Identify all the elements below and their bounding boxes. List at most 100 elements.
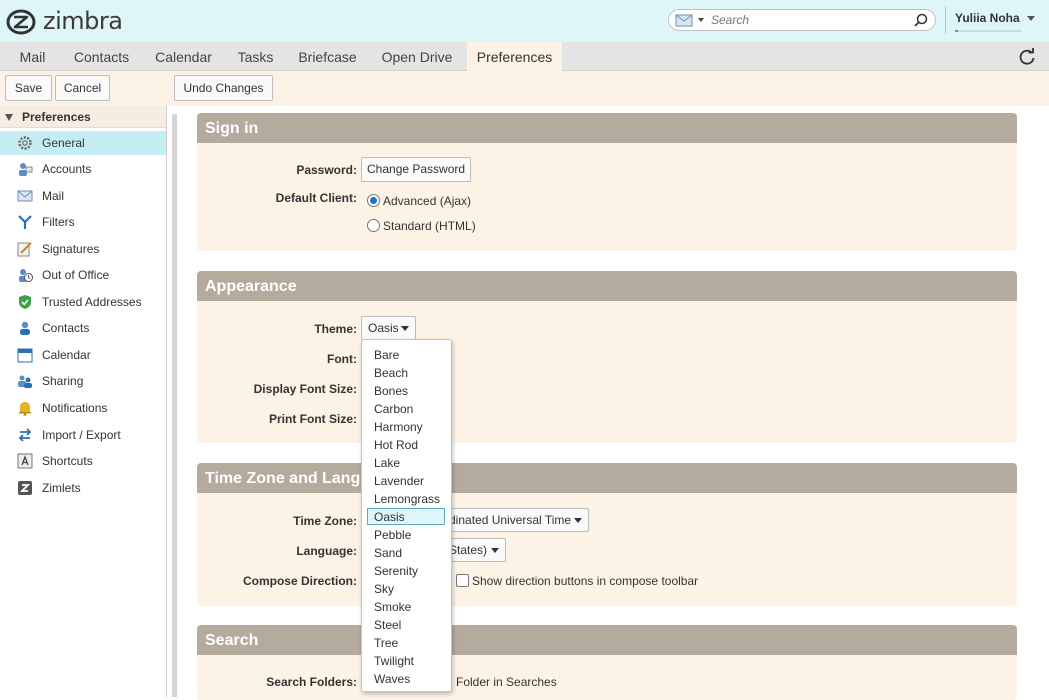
import-export-icon <box>18 428 32 442</box>
appearance-section: Appearance Theme: Oasis Font: Display Fo… <box>197 271 1017 443</box>
user-name[interactable]: Yuliia Noha <box>955 11 1020 25</box>
theme-option[interactable]: Smoke <box>368 599 446 616</box>
chevron-down-icon <box>574 518 582 523</box>
timezone-select[interactable]: dinated Universal Time <box>447 508 589 532</box>
tab-briefcase[interactable]: Briefcase <box>290 42 365 71</box>
sidebar-item-label: Import / Export <box>42 428 121 442</box>
search-type-mail-icon[interactable] <box>675 13 705 27</box>
content-scrollbar[interactable] <box>172 114 177 697</box>
theme-option[interactable]: Hot Rod <box>368 437 446 454</box>
sidebar-item-sharing[interactable]: Sharing <box>0 369 166 393</box>
theme-option[interactable]: Bare <box>368 347 446 364</box>
sidebar-item-label: Contacts <box>42 321 90 335</box>
theme-option[interactable]: Lavender <box>368 473 446 490</box>
cancel-button[interactable]: Cancel <box>55 75 110 101</box>
advanced-radio-label[interactable]: Advanced (Ajax) <box>383 194 471 208</box>
search-folders-option-label[interactable]: Folder in Searches <box>456 675 557 689</box>
tab-open-drive[interactable]: Open Drive <box>374 42 460 71</box>
standard-radio[interactable] <box>367 219 380 232</box>
user-menu-chevron-down-icon[interactable] <box>1027 16 1035 21</box>
sidebar-item-label: Zimlets <box>42 481 81 495</box>
brand-name: zimbra <box>43 7 123 35</box>
theme-option[interactable]: Carbon <box>368 401 446 418</box>
refresh-icon[interactable] <box>1017 47 1037 67</box>
undo-changes-button[interactable]: Undo Changes <box>174 75 273 101</box>
out-of-office-icon <box>19 269 33 282</box>
tab-contacts[interactable]: Contacts <box>65 42 138 71</box>
tab-preferences[interactable]: Preferences <box>467 42 562 71</box>
language-select-value: States) <box>449 543 488 557</box>
theme-option-selected[interactable]: Oasis <box>367 508 445 525</box>
shortcut-icon <box>17 453 33 469</box>
search-input[interactable] <box>711 12 911 28</box>
theme-option[interactable]: Sky <box>368 581 446 598</box>
sidebar-item-accounts[interactable]: Accounts <box>0 157 166 181</box>
sidebar-item-label: Trusted Addresses <box>42 295 142 309</box>
sidebar-item-out-of-office[interactable]: Out of Office <box>0 263 166 287</box>
sidebar-item-label: Signatures <box>42 242 100 256</box>
theme-option[interactable]: Sand <box>368 545 446 562</box>
theme-option[interactable]: Beach <box>368 365 446 382</box>
print-font-size-label: Print Font Size: <box>269 412 357 426</box>
theme-option[interactable]: Harmony <box>368 419 446 436</box>
search-box[interactable] <box>668 9 936 31</box>
language-label: Language: <box>296 544 357 558</box>
collapse-triangle-icon[interactable] <box>5 114 13 121</box>
font-label: Font: <box>327 352 357 366</box>
theme-option[interactable]: Lake <box>368 455 446 472</box>
preferences-sidebar: Preferences General Accounts Mail Filter… <box>0 106 167 697</box>
sidebar-item-filters[interactable]: Filters <box>0 210 166 234</box>
zimlet-icon <box>18 481 32 495</box>
sidebar-title: Preferences <box>22 110 91 124</box>
sidebar-item-label: Mail <box>42 189 65 203</box>
sidebar-item-general[interactable]: General <box>0 131 166 155</box>
theme-option[interactable]: Steel <box>368 617 446 634</box>
sidebar-item-contacts[interactable]: Contacts <box>0 316 166 340</box>
advanced-radio[interactable] <box>367 194 380 207</box>
sidebar-item-mail[interactable]: Mail <box>0 184 166 208</box>
search-section: Search Search Folders: Folder in Searche… <box>197 625 1017 700</box>
sidebar-header[interactable]: Preferences <box>0 106 166 128</box>
theme-option[interactable]: Twilight <box>368 653 446 670</box>
section-body: Time Zone: dinated Universal Time Langua… <box>197 493 1017 606</box>
chevron-down-icon <box>401 326 409 331</box>
storage-quota-bar <box>955 30 1021 32</box>
tab-tasks[interactable]: Tasks <box>228 42 283 71</box>
standard-radio-label[interactable]: Standard (HTML) <box>383 219 476 233</box>
search-icon[interactable] <box>914 13 928 27</box>
sidebar-item-signatures[interactable]: Signatures <box>0 237 166 261</box>
compose-direction-checkbox-label[interactable]: Show direction buttons in compose toolba… <box>472 574 698 588</box>
compose-direction-checkbox[interactable] <box>456 574 469 587</box>
language-select[interactable]: States) <box>447 538 506 562</box>
sidebar-item-calendar[interactable]: Calendar <box>0 343 166 367</box>
sidebar-item-shortcuts[interactable]: Shortcuts <box>0 449 166 473</box>
theme-option[interactable]: Lemongrass <box>368 491 446 508</box>
theme-label: Theme: <box>314 322 357 336</box>
sidebar-item-label: Filters <box>42 215 75 229</box>
section-title: Time Zone and Lang <box>197 463 1017 493</box>
sharing-icon <box>18 375 32 388</box>
default-client-label: Default Client: <box>275 191 357 205</box>
sidebar-item-trusted-addresses[interactable]: Trusted Addresses <box>0 290 166 314</box>
tab-mail[interactable]: Mail <box>0 42 65 71</box>
timezone-select-value: dinated Universal Time <box>449 513 572 527</box>
password-label: Password: <box>296 163 357 177</box>
sidebar-item-zimlets[interactable]: Zimlets <box>0 476 166 500</box>
change-password-button[interactable]: Change Password <box>361 157 472 182</box>
section-title: Sign in <box>197 113 1017 143</box>
tab-calendar[interactable]: Calendar <box>145 42 222 71</box>
theme-dropdown-menu: Bare Beach Bones Carbon Harmony Hot Rod … <box>361 339 452 692</box>
sidebar-item-import-export[interactable]: Import / Export <box>0 423 166 447</box>
theme-option[interactable]: Serenity <box>368 563 446 580</box>
theme-option[interactable]: Pebble <box>368 527 446 544</box>
sidebar-item-notifications[interactable]: Notifications <box>0 396 166 420</box>
section-body: Password: Change Password Default Client… <box>197 143 1017 251</box>
theme-option[interactable]: Tree <box>368 635 446 652</box>
theme-option[interactable]: Bones <box>368 383 446 400</box>
theme-select[interactable]: Oasis <box>361 316 416 340</box>
zimbra-logo[interactable]: zimbra <box>5 6 123 36</box>
sidebar-item-label: General <box>42 136 85 150</box>
save-button[interactable]: Save <box>5 75 52 101</box>
theme-option[interactable]: Waves <box>368 671 446 688</box>
signature-icon <box>17 242 32 257</box>
